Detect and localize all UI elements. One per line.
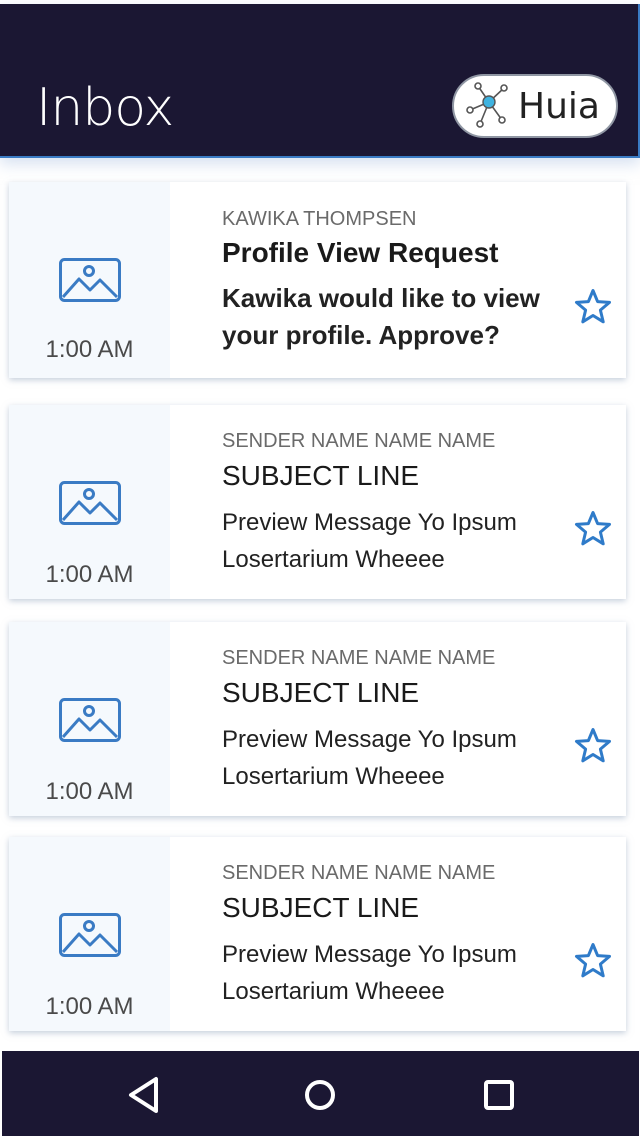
- message-time: 1:00 AM: [45, 778, 134, 805]
- star-icon[interactable]: [574, 727, 612, 765]
- message-card[interactable]: 1:00 AM KAWIKA THOMPSEN Profile View Req…: [9, 182, 626, 378]
- message-thumbnail: 1:00 AM: [9, 837, 170, 1031]
- message-time: 1:00 AM: [45, 993, 134, 1020]
- message-sender: SENDER NAME NAME NAME: [222, 862, 496, 884]
- message-preview: Kawika would like to view your profile. …: [222, 283, 540, 350]
- message-card[interactable]: 1:00 AM SENDER NAME NAME NAME SUBJECT LI…: [9, 837, 626, 1031]
- message-preview: Preview Message Yo Ipsum Losertarium Whe…: [222, 509, 517, 573]
- recents-square-icon[interactable]: [477, 1073, 521, 1117]
- image-placeholder-icon: [59, 698, 121, 742]
- message-thumbnail: 1:00 AM: [9, 405, 170, 599]
- brand-button[interactable]: Huia: [452, 74, 618, 138]
- star-icon[interactable]: [574, 942, 612, 980]
- message-subject: SUBJECT LINE: [222, 460, 420, 491]
- message-preview: Preview Message Yo Ipsum Losertarium Whe…: [222, 726, 517, 790]
- message-time: 1:00 AM: [45, 561, 134, 588]
- network-node-icon: [466, 82, 508, 128]
- message-sender: KAWIKA THOMPSEN: [222, 208, 417, 230]
- message-sender: SENDER NAME NAME NAME: [222, 647, 496, 669]
- home-circle-icon[interactable]: [298, 1073, 342, 1117]
- page-title: Inbox: [36, 78, 174, 138]
- message-subject: SUBJECT LINE: [222, 892, 420, 923]
- star-icon[interactable]: [574, 288, 612, 326]
- message-preview: Preview Message Yo Ipsum Losertarium Whe…: [222, 941, 517, 1005]
- system-nav-bar: [2, 1051, 639, 1136]
- brand-label: Huia: [518, 86, 600, 127]
- message-time: 1:00 AM: [45, 336, 134, 363]
- star-icon[interactable]: [574, 510, 612, 548]
- image-placeholder-icon: [59, 913, 121, 957]
- message-subject: SUBJECT LINE: [222, 677, 420, 708]
- image-placeholder-icon: [59, 481, 121, 525]
- message-card[interactable]: 1:00 AM SENDER NAME NAME NAME SUBJECT LI…: [9, 622, 626, 816]
- app-header: Inbox Huia: [0, 4, 640, 158]
- message-card[interactable]: 1:00 AM SENDER NAME NAME NAME SUBJECT LI…: [9, 405, 626, 599]
- back-triangle-icon[interactable]: [123, 1073, 167, 1117]
- message-thumbnail: 1:00 AM: [9, 622, 170, 816]
- message-sender: SENDER NAME NAME NAME: [222, 430, 496, 452]
- message-thumbnail: 1:00 AM: [9, 182, 170, 378]
- message-subject: Profile View Request: [222, 237, 499, 268]
- image-placeholder-icon: [59, 258, 121, 302]
